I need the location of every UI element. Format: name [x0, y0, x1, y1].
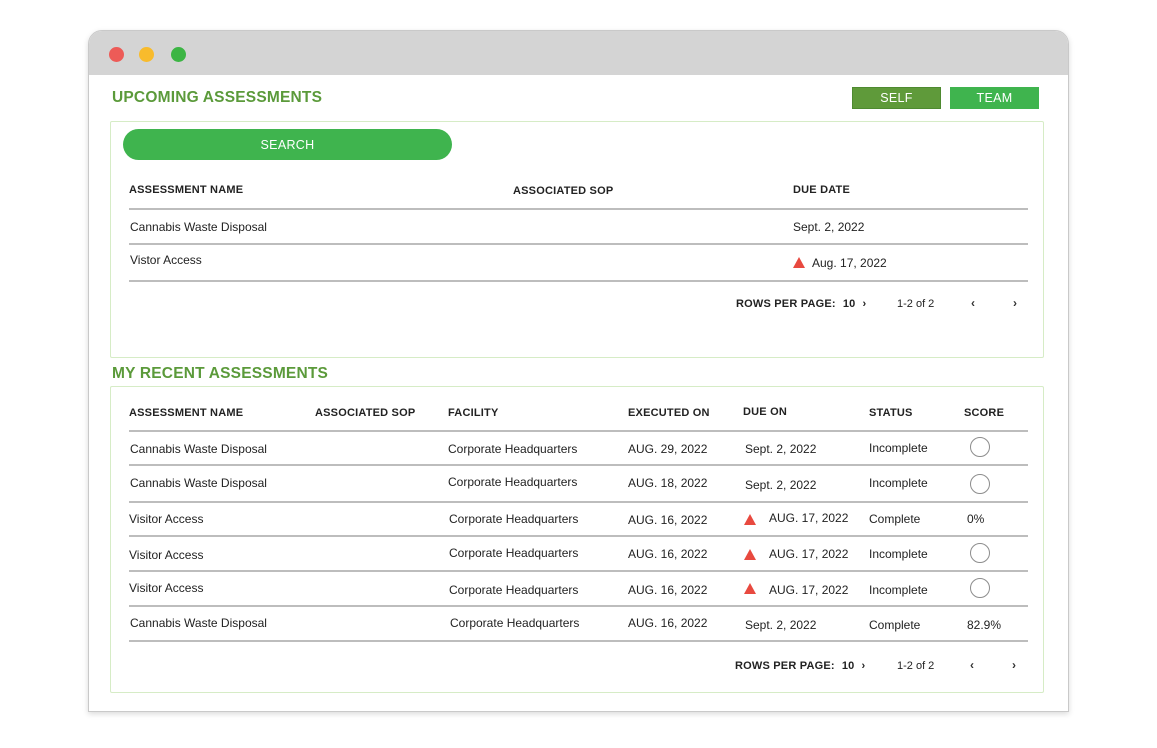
warning-triangle-icon — [744, 549, 756, 560]
prev-page-icon[interactable]: ‹ — [971, 296, 975, 310]
row-divider — [129, 280, 1028, 282]
self-button[interactable]: SELF — [852, 87, 941, 109]
rows-per-page-value[interactable]: 10 — [843, 298, 856, 310]
row-due-on: AUG. 17, 2022 — [769, 547, 849, 561]
row-assessment-name[interactable]: Cannabis Waste Disposal — [130, 442, 267, 456]
row-due-on: Sept. 2, 2022 — [745, 618, 817, 632]
upcoming-panel: SEARCH ASSESSMENT NAME ASSOCIATED SOP DU… — [110, 121, 1044, 358]
col-score[interactable]: SCORE — [964, 407, 1004, 419]
title-bar — [89, 31, 1068, 75]
rows-per-page-label: ROWS PER PAGE: — [735, 660, 835, 672]
row-facility: Corporate Headquarters — [449, 512, 579, 526]
search-button[interactable]: SEARCH — [123, 129, 452, 160]
row-divider — [129, 605, 1028, 607]
header-divider — [129, 430, 1028, 432]
empty-circle-icon — [970, 437, 990, 457]
row-divider — [129, 640, 1028, 642]
page-range: 1-2 of 2 — [897, 298, 935, 310]
warning-triangle-icon — [744, 514, 756, 525]
row-assessment-name[interactable]: Cannabis Waste Disposal — [130, 220, 267, 234]
row-divider — [129, 243, 1028, 245]
rows-per-page[interactable]: ROWS PER PAGE: 10 › — [736, 298, 866, 310]
row-assessment-name[interactable]: Cannabis Waste Disposal — [130, 476, 267, 490]
row-executed-on: AUG. 16, 2022 — [628, 513, 708, 527]
col-executed-on[interactable]: EXECUTED ON — [628, 407, 710, 419]
warning-triangle-icon — [793, 257, 805, 268]
row-status: Incomplete — [869, 547, 928, 561]
col-status[interactable]: STATUS — [869, 407, 913, 419]
row-assessment-name[interactable]: Visitor Access — [129, 548, 203, 562]
row-executed-on: AUG. 16, 2022 — [628, 616, 708, 630]
col-due-on[interactable]: DUE ON — [743, 406, 787, 418]
row-due-on: Sept. 2, 2022 — [745, 442, 817, 456]
minimize-window-icon[interactable] — [139, 47, 154, 62]
next-page-icon[interactable]: › — [1012, 658, 1016, 672]
page-range: 1-2 of 2 — [897, 660, 935, 672]
row-facility: Corporate Headquarters — [448, 475, 578, 489]
row-due-on: AUG. 17, 2022 — [769, 511, 849, 525]
close-window-icon[interactable] — [109, 47, 124, 62]
row-status: Incomplete — [869, 583, 928, 597]
row-due-on: AUG. 17, 2022 — [769, 583, 849, 597]
row-facility: Corporate Headquarters — [449, 583, 579, 597]
row-due-date: Sept. 2, 2022 — [793, 220, 865, 234]
maximize-window-icon[interactable] — [171, 47, 186, 62]
col-associated-sop[interactable]: ASSOCIATED SOP — [513, 185, 613, 197]
empty-circle-icon — [970, 578, 990, 598]
row-facility: Corporate Headquarters — [448, 442, 578, 456]
rows-per-page[interactable]: ROWS PER PAGE: 10 › — [735, 660, 865, 672]
row-divider — [129, 464, 1028, 466]
row-score: 0% — [967, 512, 985, 526]
header-divider — [129, 208, 1028, 210]
chevron-right-icon[interactable]: › — [863, 298, 867, 310]
row-status: Complete — [869, 512, 921, 526]
warning-triangle-icon — [744, 583, 756, 594]
row-executed-on: AUG. 29, 2022 — [628, 442, 708, 456]
col-assessment-name[interactable]: ASSESSMENT NAME — [129, 407, 243, 419]
empty-circle-icon — [970, 543, 990, 563]
col-associated-sop[interactable]: ASSOCIATED SOP — [315, 407, 415, 419]
row-status: Complete — [869, 618, 921, 632]
col-assessment-name[interactable]: ASSESSMENT NAME — [129, 184, 243, 196]
row-assessment-name[interactable]: Visitor Access — [129, 512, 203, 526]
row-due-on: Sept. 2, 2022 — [745, 478, 817, 492]
row-facility: Corporate Headquarters — [450, 616, 580, 630]
row-assessment-name[interactable]: Cannabis Waste Disposal — [130, 616, 267, 630]
row-status: Incomplete — [869, 476, 928, 490]
app-window: UPCOMING ASSESSMENTS SELF TEAM SEARCH AS… — [88, 30, 1069, 712]
row-facility: Corporate Headquarters — [449, 546, 579, 560]
col-due-date[interactable]: DUE DATE — [793, 184, 850, 196]
upcoming-title: UPCOMING ASSESSMENTS — [112, 89, 323, 106]
row-due-date: Aug. 17, 2022 — [812, 256, 887, 270]
col-facility[interactable]: FACILITY — [448, 407, 499, 419]
empty-circle-icon — [970, 474, 990, 494]
row-executed-on: AUG. 16, 2022 — [628, 547, 708, 561]
row-divider — [129, 535, 1028, 537]
rows-per-page-label: ROWS PER PAGE: — [736, 298, 836, 310]
row-executed-on: AUG. 16, 2022 — [628, 583, 708, 597]
recent-title: MY RECENT ASSESSMENTS — [112, 365, 329, 382]
prev-page-icon[interactable]: ‹ — [970, 658, 974, 672]
row-divider — [129, 570, 1028, 572]
chevron-right-icon[interactable]: › — [862, 660, 866, 672]
row-score: 82.9% — [967, 618, 1002, 632]
row-divider — [129, 501, 1028, 503]
rows-per-page-value[interactable]: 10 — [842, 660, 855, 672]
row-status: Incomplete — [869, 441, 928, 455]
team-button[interactable]: TEAM — [950, 87, 1039, 109]
recent-panel: ASSESSMENT NAME ASSOCIATED SOP FACILITY … — [110, 386, 1044, 693]
next-page-icon[interactable]: › — [1013, 296, 1017, 310]
row-assessment-name[interactable]: Vistor Access — [130, 253, 202, 267]
row-assessment-name[interactable]: Visitor Access — [129, 581, 203, 595]
row-executed-on: AUG. 18, 2022 — [628, 476, 708, 490]
